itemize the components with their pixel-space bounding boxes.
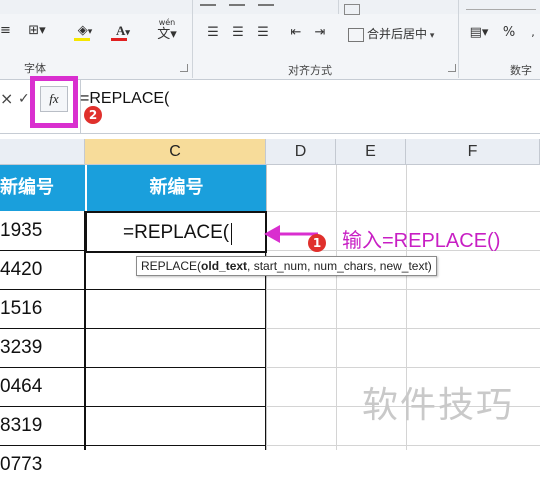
alignment-group-title: 对齐方式 <box>288 64 332 77</box>
decrease-indent-icon[interactable]: ⇤ <box>287 24 305 44</box>
column-header-e[interactable]: E <box>336 139 406 165</box>
align-center-icon[interactable]: ☰ <box>229 24 247 44</box>
table-cell[interactable]: 8319 <box>0 407 42 445</box>
step-badge-1: 1 <box>308 234 326 252</box>
merge-center-button[interactable]: 合并后居中 ▾ <box>348 24 448 44</box>
phonetic-icon: 文▾ <box>157 27 177 42</box>
table-cell[interactable]: 0773 <box>0 446 42 484</box>
function-tooltip: REPLACE(old_text, start_num, num_chars, … <box>136 256 437 276</box>
column-header-f[interactable]: F <box>406 139 540 165</box>
text-cursor <box>231 223 232 245</box>
increase-indent-icon[interactable]: ⇥ <box>311 24 329 44</box>
tooltip-current-arg[interactable]: old_text <box>201 259 247 273</box>
divider <box>338 0 339 14</box>
gridline <box>266 367 540 368</box>
font-color-button[interactable]: A▾ <box>108 22 138 42</box>
font-color-swatch <box>111 38 127 41</box>
merge-center-label: 合并后居中 <box>367 27 428 41</box>
header-cell-c[interactable]: 新编号 <box>86 165 266 211</box>
gridline <box>266 165 267 450</box>
active-cell-text: =REPLACE( <box>123 222 230 243</box>
accounting-format-icon[interactable]: ▤▾ <box>466 24 492 44</box>
merge-icon <box>348 27 364 42</box>
gridline <box>336 165 337 450</box>
insert-function-button[interactable]: fx <box>40 86 68 112</box>
borders-button[interactable]: ⊞▾ <box>22 22 52 42</box>
number-format-select[interactable] <box>466 0 536 10</box>
table-cell[interactable]: 4420 <box>0 251 42 289</box>
gridline <box>266 445 540 446</box>
align-right-icon[interactable]: ☰ <box>254 24 272 44</box>
tooltip-args: , start_num, num_chars, new_text) <box>247 259 432 273</box>
phonetic-guide-button[interactable]: wén 文▾ <box>148 18 186 46</box>
cancel-button[interactable]: × <box>0 86 14 112</box>
phonetic-label: wén <box>158 18 176 27</box>
wrap-text-fragment[interactable] <box>344 0 444 15</box>
font-group-title: 字体 <box>24 62 46 75</box>
font-group-launcher[interactable] <box>180 64 188 72</box>
percent-button[interactable]: % <box>500 24 518 44</box>
gridline <box>266 289 540 290</box>
group-separator <box>458 0 459 78</box>
column-header-b[interactable] <box>0 139 85 165</box>
tooltip-function: REPLACE( <box>141 259 202 273</box>
column-header-c[interactable]: C <box>85 139 266 165</box>
table-cell[interactable]: 1516 <box>0 290 42 328</box>
active-cell[interactable]: =REPLACE( <box>85 211 267 253</box>
number-group-title: 数字 <box>510 64 532 77</box>
column-header-d[interactable]: D <box>266 139 336 165</box>
comma-style-button[interactable]: , <box>526 24 540 44</box>
gridline <box>266 211 540 212</box>
table-cell[interactable]: 3239 <box>0 329 42 367</box>
fill-bucket-icon: ◈ <box>77 23 88 38</box>
align-left-icon[interactable]: ☰ <box>204 24 222 44</box>
table-cell[interactable]: 0464 <box>0 368 42 406</box>
step-badge-2: 2 <box>84 106 102 124</box>
fill-color-button[interactable]: ◈▾ <box>70 22 100 42</box>
group-separator <box>192 0 193 78</box>
fill-color-swatch <box>74 38 90 41</box>
header-cell-b[interactable]: 新编号 <box>0 165 85 211</box>
watermark: 软件技巧 <box>362 385 515 426</box>
table-cell[interactable]: 1935 <box>0 212 42 250</box>
decrease-indent-fragment[interactable]: ≡ <box>0 22 11 42</box>
gridline <box>266 328 540 329</box>
alignment-group-launcher[interactable] <box>448 64 456 72</box>
alignment-top-row <box>200 4 340 14</box>
annotation-text: 输入=REPLACE() <box>342 230 501 252</box>
